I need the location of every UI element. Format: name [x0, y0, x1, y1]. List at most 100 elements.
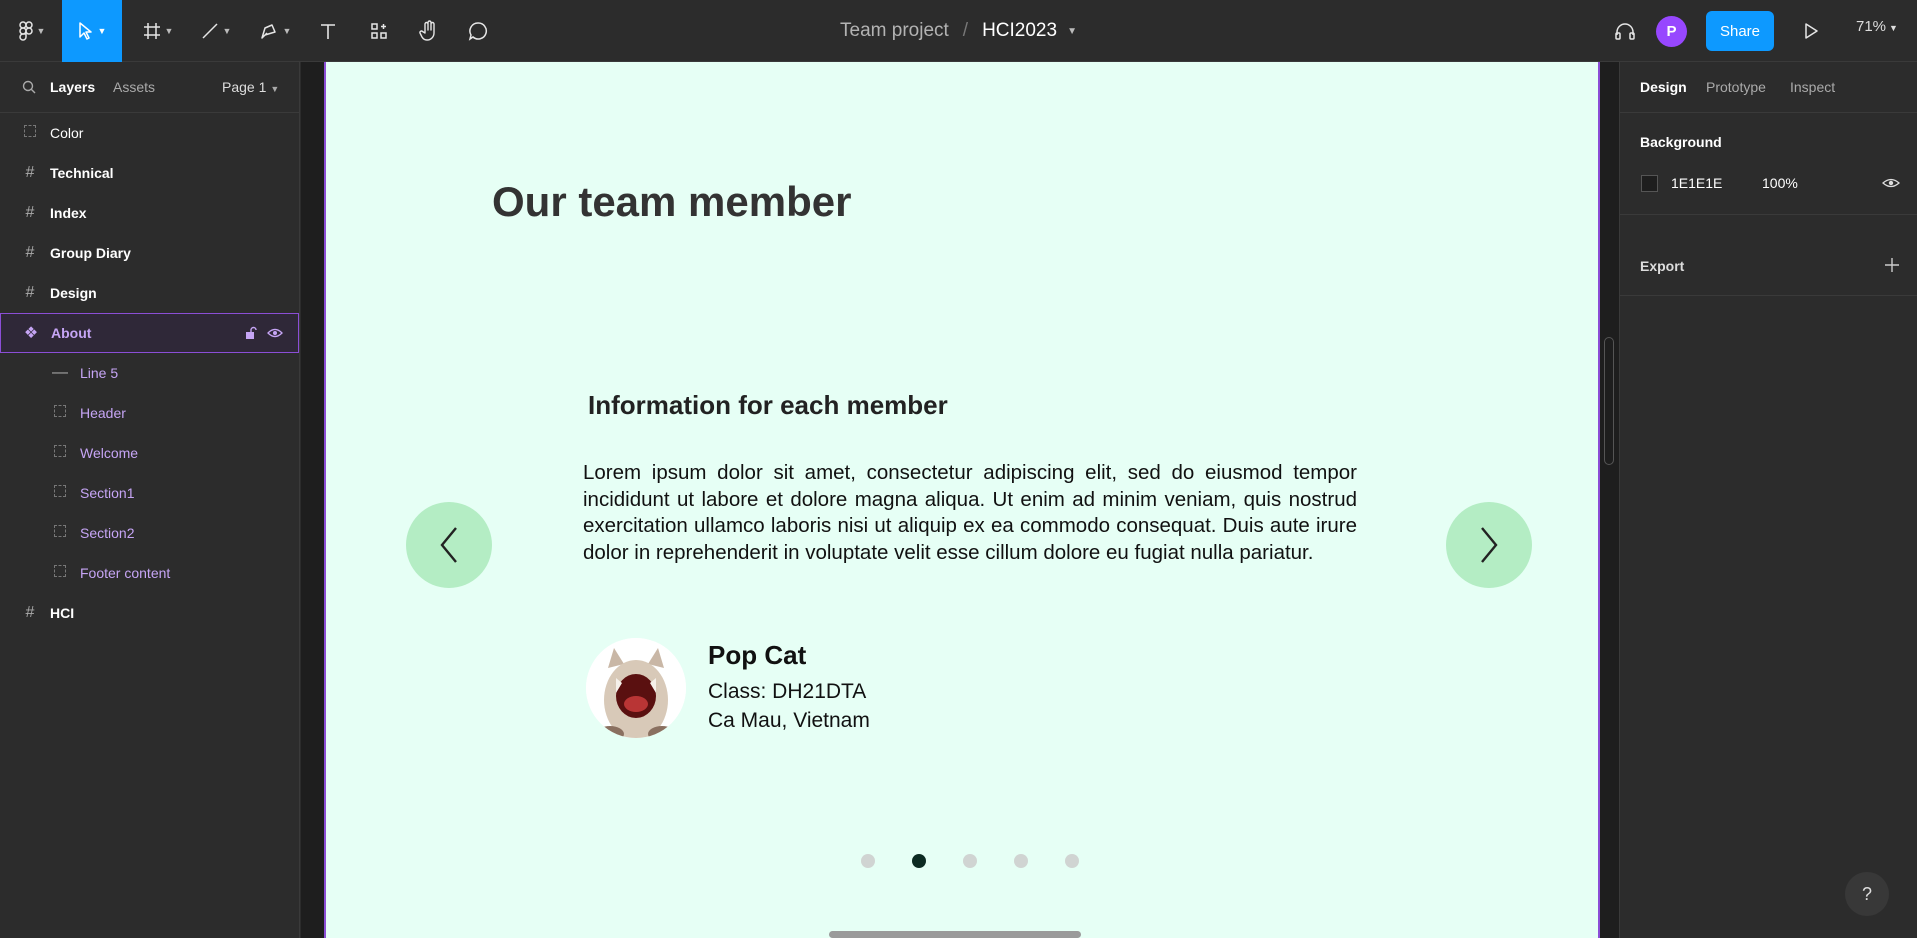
design-canvas[interactable]: Our team member Information for each mem…: [301, 62, 1619, 938]
layer-item-header[interactable]: Header: [0, 393, 299, 433]
member-location: Ca Mau, Vietnam: [708, 709, 870, 732]
zoom-dropdown[interactable]: 71% ▼: [1856, 18, 1898, 35]
layer-item-hci[interactable]: # HCI: [0, 593, 299, 633]
frame-icon: [143, 23, 160, 39]
layer-list: Color # Technical # Index # Group Diary …: [0, 113, 299, 633]
frame-icon: #: [25, 284, 35, 301]
chevron-down-icon[interactable]: ▼: [1067, 26, 1077, 37]
member-avatar: [586, 638, 686, 738]
layer-label: Header: [80, 405, 126, 421]
line-icon: [202, 23, 218, 39]
resources-icon: [371, 23, 387, 39]
layer-label: Section1: [80, 485, 135, 501]
tab-prototype[interactable]: Prototype: [1706, 79, 1766, 95]
tab-layers[interactable]: Layers: [50, 79, 95, 95]
dashed-frame-icon: [50, 484, 70, 502]
layer-item-footer-content[interactable]: Footer content: [0, 553, 299, 593]
share-button[interactable]: Share: [1706, 11, 1774, 51]
export-section-title[interactable]: Export: [1640, 258, 1684, 274]
play-icon: [1805, 23, 1818, 39]
layer-item-line-5[interactable]: — Line 5: [0, 353, 299, 393]
layer-label: Welcome: [80, 445, 139, 461]
hand-icon: [419, 20, 435, 41]
tab-design[interactable]: Design: [1640, 79, 1687, 95]
background-hex-input[interactable]: 1E1E1E: [1671, 175, 1722, 191]
eye-icon[interactable]: [267, 326, 283, 340]
chevron-down-icon: ▼: [97, 26, 107, 36]
page-selector[interactable]: Page 1 ▼: [222, 79, 279, 95]
layer-item-welcome[interactable]: Welcome: [0, 433, 299, 473]
plus-icon[interactable]: [1884, 257, 1900, 273]
pagination-dot-active[interactable]: [912, 854, 926, 868]
pen-icon: [260, 24, 276, 39]
breadcrumb-separator: /: [962, 20, 969, 41]
project-name[interactable]: Team project: [840, 20, 949, 42]
unlock-icon[interactable]: [244, 326, 258, 340]
layer-item-group-diary[interactable]: # Group Diary: [0, 233, 299, 273]
layer-item-section1[interactable]: Section1: [0, 473, 299, 513]
chevron-down-icon: ▼: [164, 26, 174, 36]
vertical-scrollbar[interactable]: [1604, 337, 1614, 465]
layer-label: Design: [50, 285, 97, 301]
frame-tool-button[interactable]: ▼: [136, 10, 180, 52]
pagination-dot[interactable]: [861, 854, 875, 868]
text-tool-button[interactable]: [314, 10, 342, 52]
headphones-icon: [1615, 23, 1635, 40]
pen-tool-button[interactable]: ▼: [252, 10, 298, 52]
frame-icon: #: [25, 164, 35, 181]
dashed-frame-icon: [50, 444, 70, 462]
about-frame[interactable]: Our team member Information for each mem…: [324, 62, 1600, 938]
tab-assets[interactable]: Assets: [113, 79, 155, 95]
background-color-swatch[interactable]: [1641, 175, 1658, 192]
dashed-frame-icon: [20, 124, 40, 142]
tab-inspect[interactable]: Inspect: [1790, 79, 1835, 95]
frame-icon: #: [25, 244, 35, 261]
chevron-down-icon: ▼: [222, 26, 232, 36]
info-heading: Information for each member: [588, 390, 948, 420]
user-avatar[interactable]: P: [1656, 16, 1687, 47]
audio-button[interactable]: [1610, 10, 1640, 52]
pagination-dot[interactable]: [1065, 854, 1079, 868]
cursor-icon: [78, 22, 92, 40]
pagination-dot[interactable]: [963, 854, 977, 868]
layer-label: HCI: [50, 605, 75, 621]
background-section-title: Background: [1640, 134, 1722, 150]
background-opacity-input[interactable]: 100%: [1762, 175, 1798, 191]
eye-icon[interactable]: [1882, 176, 1900, 190]
layer-item-technical[interactable]: # Technical: [0, 153, 299, 193]
line-tool-button[interactable]: ▼: [194, 10, 238, 52]
comment-icon: [468, 22, 488, 41]
frame-icon: #: [25, 204, 35, 221]
help-button[interactable]: ?: [1845, 872, 1889, 916]
layer-item-section2[interactable]: Section2: [0, 513, 299, 553]
resources-button[interactable]: [364, 10, 394, 52]
previous-button[interactable]: [406, 502, 492, 588]
dashed-frame-icon: [50, 524, 70, 542]
text-icon: [321, 24, 335, 39]
layer-label: Color: [50, 125, 84, 141]
frame-icon: #: [25, 604, 35, 621]
move-tool-button[interactable]: ▼: [62, 0, 122, 62]
layer-item-design[interactable]: # Design: [0, 273, 299, 313]
horizontal-scrollbar[interactable]: [829, 931, 1081, 938]
file-name[interactable]: HCI2023: [982, 20, 1057, 42]
chevron-down-icon: ▼: [270, 84, 280, 94]
layer-item-about[interactable]: ❖ About: [0, 313, 299, 353]
layer-item-color[interactable]: Color: [0, 113, 299, 153]
layers-panel: Layers Assets Page 1 ▼ Color # Technical …: [0, 62, 300, 938]
layer-item-index[interactable]: # Index: [0, 193, 299, 233]
section-divider: [1620, 295, 1917, 296]
search-icon[interactable]: [22, 80, 36, 94]
member-name: Pop Cat: [708, 640, 807, 670]
next-button[interactable]: [1446, 502, 1532, 588]
figma-logo-icon: [18, 21, 33, 41]
pagination-dot[interactable]: [1014, 854, 1028, 868]
comment-tool-button[interactable]: [463, 10, 493, 52]
frame-heading: Our team member: [492, 178, 852, 225]
present-button[interactable]: [1796, 10, 1826, 52]
cat-photo-icon: [586, 638, 686, 738]
hand-tool-button[interactable]: [414, 10, 444, 52]
chevron-down-icon: ▼: [1889, 23, 1898, 33]
chevron-right-icon: [1481, 527, 1498, 563]
main-menu-button[interactable]: ▼: [12, 10, 52, 52]
